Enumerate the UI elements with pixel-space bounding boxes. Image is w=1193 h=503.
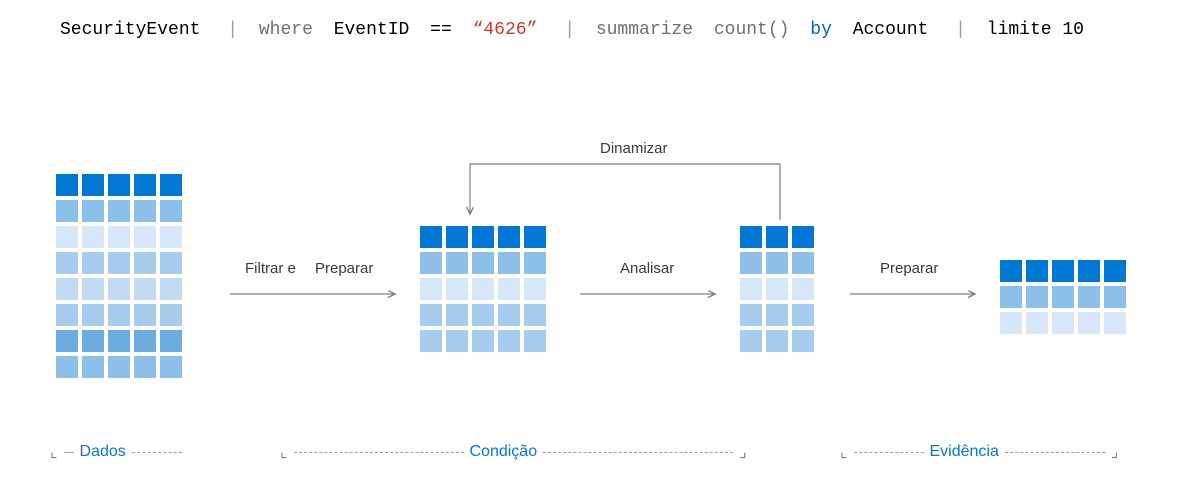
grid-data <box>56 174 182 378</box>
token-count: count() <box>714 20 790 40</box>
token-by: by <box>810 20 832 40</box>
arrow-filter-icon <box>230 288 410 304</box>
diagram-stage: Filtrar e Preparar Analisar Dinamizar Pr… <box>0 120 1193 480</box>
token-value: “4626” <box>473 20 538 40</box>
arrow-prepare-icon <box>850 288 990 304</box>
grid-condition-filter <box>420 226 546 352</box>
token-summarize: summarize <box>596 20 693 40</box>
token-field: EventID <box>334 20 410 40</box>
section-condicao: ⌞ Condição ⌟ <box>280 442 747 462</box>
grid-evidence <box>1000 260 1126 334</box>
token-groupfield: Account <box>853 20 929 40</box>
label-prepare2: Preparar <box>880 260 938 277</box>
token-pipe: | <box>227 20 238 40</box>
kql-query-line: SecurityEvent | where EventID == “4626” … <box>60 20 1153 40</box>
section-evidencia-text: Evidência <box>930 443 999 461</box>
token-table: SecurityEvent <box>60 20 200 40</box>
token-pipe: | <box>564 20 575 40</box>
arrow-pivot-icon <box>460 158 800 228</box>
section-condicao-text: Condição <box>470 443 538 461</box>
label-filter: Filtrar e <box>245 260 296 277</box>
token-limit: limite 10 <box>987 20 1084 40</box>
label-pivot: Dinamizar <box>600 140 668 157</box>
label-analyze: Analisar <box>620 260 674 277</box>
section-dados-text: Dados <box>80 443 126 461</box>
section-dados: ⌞ Dados <box>50 442 188 462</box>
token-pipe: | <box>955 20 966 40</box>
token-eq: == <box>430 20 452 40</box>
section-evidencia: ⌞ Evidência ⌟ <box>840 442 1118 462</box>
arrow-analyze-icon <box>580 288 730 304</box>
token-where: where <box>259 20 313 40</box>
grid-condition-analyze <box>740 226 814 352</box>
label-prepare: Preparar <box>315 260 373 277</box>
